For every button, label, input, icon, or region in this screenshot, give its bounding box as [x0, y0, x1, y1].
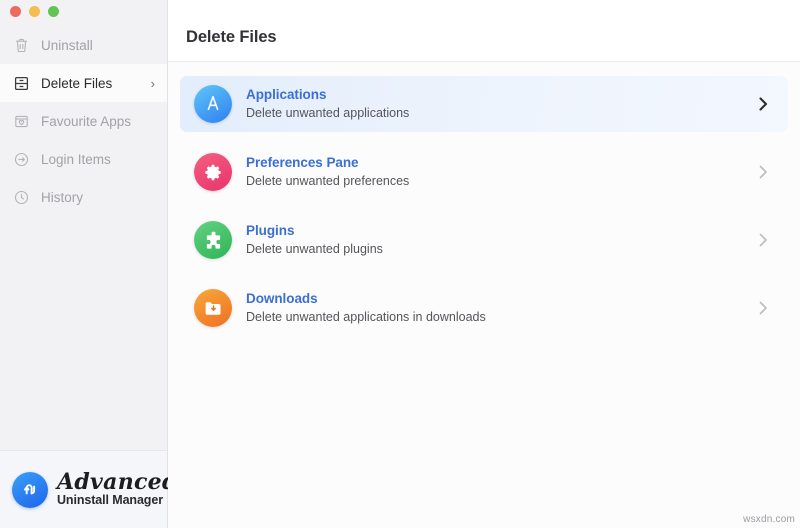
page-title: Delete Files	[186, 28, 277, 46]
list-item-applications[interactable]: Applications Delete unwanted application…	[180, 76, 788, 132]
heart-box-icon	[13, 113, 30, 130]
delete-files-list: Applications Delete unwanted application…	[168, 62, 800, 528]
sidebar-item-label: History	[41, 189, 84, 205]
sidebar-item-login-items[interactable]: Login Items	[0, 140, 167, 178]
main-header: Delete Files	[168, 0, 800, 62]
sidebar-item-label: Login Items	[41, 151, 111, 167]
sidebar-item-favourite-apps[interactable]: Favourite Apps	[0, 102, 167, 140]
list-item-subtitle: Delete unwanted preferences	[246, 174, 410, 189]
close-button[interactable]	[10, 5, 21, 17]
file-cabinet-icon	[13, 75, 30, 92]
minimize-button[interactable]	[29, 5, 40, 17]
brand-name: Advanced	[57, 468, 178, 495]
chevron-right-icon[interactable]	[757, 95, 770, 113]
sidebar-item-history[interactable]: History	[0, 178, 167, 216]
watermark: wsxdn.com	[743, 514, 795, 525]
chevron-right-icon[interactable]	[757, 299, 770, 317]
list-item-subtitle: Delete unwanted plugins	[246, 242, 383, 257]
list-item-preferences-pane[interactable]: Preferences Pane Delete unwanted prefere…	[180, 144, 788, 200]
list-item-title: Downloads	[246, 290, 318, 306]
brand-text: Advanced Uninstall Manager	[57, 471, 178, 509]
list-item-text: Preferences Pane Delete unwanted prefere…	[246, 154, 743, 190]
trash-icon	[13, 37, 30, 54]
list-item-title: Preferences Pane	[246, 154, 359, 170]
list-item-title: Plugins	[246, 222, 295, 238]
app-store-icon	[194, 85, 232, 123]
window-controls	[0, 0, 167, 22]
sidebar-item-label: Uninstall	[41, 37, 93, 53]
list-item-subtitle: Delete unwanted applications in download…	[246, 310, 486, 325]
chevron-right-icon[interactable]	[757, 231, 770, 249]
sidebar-item-delete-files[interactable]: Delete Files ›	[0, 64, 167, 102]
uninstall-loop-icon	[12, 471, 48, 508]
login-arrow-icon	[13, 151, 30, 168]
sidebar-item-label: Favourite Apps	[41, 113, 132, 129]
list-item-text: Applications Delete unwanted application…	[246, 86, 743, 122]
puzzle-piece-icon	[194, 221, 232, 259]
sidebar-item-label: Delete Files	[41, 75, 113, 91]
folder-download-icon	[194, 289, 232, 327]
list-item-text: Downloads Delete unwanted applications i…	[246, 290, 743, 326]
list-item-text: Plugins Delete unwanted plugins	[246, 222, 743, 258]
main-content: Delete Files Applications Delete unwante…	[168, 0, 800, 528]
list-item-title: Applications	[246, 86, 327, 102]
gear-icon	[194, 153, 232, 191]
sidebar-nav: Uninstall Delete Files › Favourite Apps …	[0, 22, 167, 450]
zoom-button[interactable]	[48, 5, 59, 17]
app-brand: Advanced Uninstall Manager	[0, 450, 177, 528]
chevron-right-icon[interactable]	[757, 163, 770, 181]
clock-icon	[13, 189, 30, 206]
sidebar: Uninstall Delete Files › Favourite Apps …	[0, 0, 177, 528]
brand-subtitle: Uninstall Manager	[57, 492, 163, 507]
chevron-right-icon: ›	[150, 75, 155, 91]
sidebar-item-uninstall[interactable]: Uninstall	[0, 26, 167, 64]
app-window: Uninstall Delete Files › Favourite Apps …	[0, 0, 800, 528]
list-item-subtitle: Delete unwanted applications	[246, 106, 410, 121]
list-item-plugins[interactable]: Plugins Delete unwanted plugins	[180, 212, 788, 268]
list-item-downloads[interactable]: Downloads Delete unwanted applications i…	[180, 280, 788, 336]
